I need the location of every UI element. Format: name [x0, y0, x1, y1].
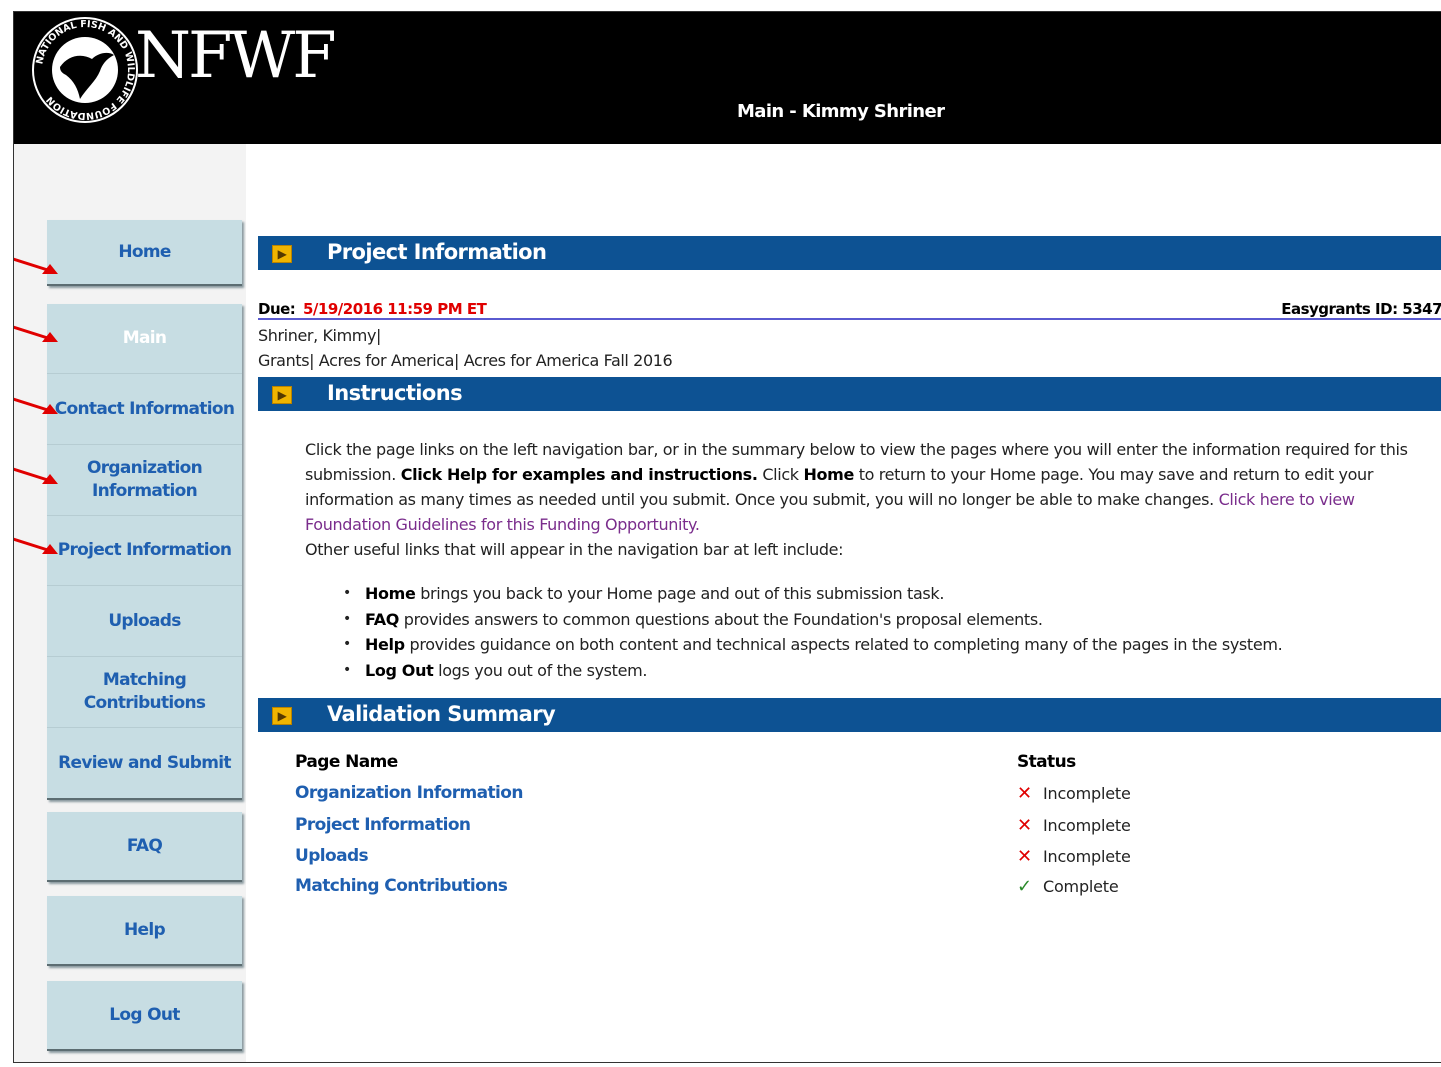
program-path: Grants| Acres for America| Acres for Ame…	[258, 351, 673, 370]
useful-links-list: Home brings you back to your Home page a…	[314, 581, 1283, 684]
instructions-text: Click the page links on the left navigat…	[305, 440, 1408, 559]
validation-link-project-information[interactable]: Project Information	[295, 815, 471, 835]
red-x-icon: ✕	[1017, 815, 1032, 836]
green-check-icon: ✓	[1017, 876, 1032, 897]
status-cell: ✕ Incomplete	[1017, 846, 1131, 867]
validation-summary-header: ▶ Validation Summary	[258, 698, 1441, 732]
nav-home-button[interactable]: Home	[47, 220, 242, 286]
submission-nav-group: Main Contact Information Organization In…	[47, 304, 242, 800]
validation-link-organization-information[interactable]: Organization Information	[295, 783, 523, 803]
due-label: Due:	[258, 300, 296, 318]
nav-main[interactable]: Main	[47, 304, 242, 374]
nav-contact-information[interactable]: Contact Information	[47, 374, 242, 445]
red-arrow-icon	[14, 467, 58, 484]
page-title: Main - Kimmy Shriner	[737, 101, 945, 122]
red-arrow-icon	[14, 325, 58, 342]
project-information-header: ▶ Project Information	[258, 236, 1441, 270]
nav-help-button[interactable]: Help	[47, 896, 242, 966]
chevron-right-icon: ▶	[272, 707, 292, 725]
status-cell: ✓ Complete	[1017, 876, 1119, 897]
nav-project-information[interactable]: Project Information	[47, 516, 242, 586]
nav-logout-button[interactable]: Log Out	[47, 981, 242, 1051]
red-x-icon: ✕	[1017, 783, 1032, 804]
red-arrow-icon	[14, 397, 58, 414]
list-item: Help provides guidance on both content a…	[314, 632, 1283, 658]
nav-faq-button[interactable]: FAQ	[47, 812, 242, 882]
list-item: FAQ provides answers to common questions…	[314, 607, 1282, 633]
status-cell: ✕ Incomplete	[1017, 815, 1131, 836]
due-date: 5/19/2016 11:59 PM ET	[303, 300, 487, 318]
nav-uploads[interactable]: Uploads	[47, 586, 242, 657]
column-header-page-name: Page Name	[295, 752, 398, 772]
applicant-name: Shriner, Kimmy|	[258, 326, 382, 345]
nav-review-and-submit[interactable]: Review and Submit	[47, 728, 242, 798]
red-x-icon: ✕	[1017, 846, 1032, 867]
list-item: Home brings you back to your Home page a…	[314, 581, 1282, 607]
red-arrow-icon	[14, 257, 58, 274]
due-row: Due: 5/19/2016 11:59 PM ET Easygrants ID…	[258, 298, 1441, 320]
status-cell: ✕ Incomplete	[1017, 783, 1131, 804]
site-header: NATIONAL FISH AND WILDLIFE FOUNDATION NF…	[14, 12, 1441, 144]
nfwf-wordmark: NFWF	[135, 19, 337, 93]
column-header-status: Status	[1017, 752, 1076, 772]
nav-matching-contributions[interactable]: Matching Contributions	[47, 657, 242, 728]
chevron-right-icon: ▶	[272, 386, 292, 404]
instructions-header: ▶ Instructions	[258, 377, 1441, 411]
easygrants-id: Easygrants ID: 53476	[1281, 300, 1441, 318]
chevron-right-icon: ▶	[272, 245, 292, 263]
validation-link-uploads[interactable]: Uploads	[295, 846, 369, 866]
validation-link-matching-contributions[interactable]: Matching Contributions	[295, 876, 508, 896]
app-window: NATIONAL FISH AND WILDLIFE FOUNDATION NF…	[13, 11, 1441, 1063]
nfwf-seal-logo: NATIONAL FISH AND WILDLIFE FOUNDATION	[32, 17, 138, 123]
list-item: Log Out logs you out of the system.	[314, 658, 1282, 684]
red-arrow-icon	[14, 537, 58, 554]
nav-organization-information[interactable]: Organization Information	[47, 445, 242, 516]
